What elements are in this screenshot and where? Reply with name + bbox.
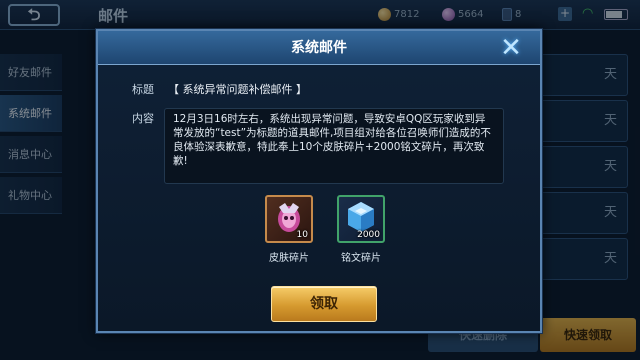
content-label: 内容 [132, 112, 154, 125]
dialog-title: 系统邮件 [291, 40, 347, 56]
reward-item-skin-fragment[interactable]: 10 [265, 195, 313, 243]
claim-button[interactable]: 领取 [271, 286, 377, 322]
mail-content: 12月3日16时左右，系统出现异常问题，导致安卓QQ区玩家收到异常发放的“tes… [164, 108, 504, 184]
item-count: 10 [296, 230, 308, 240]
subject-value: 【 系统异常问题补偿邮件 】 [168, 83, 307, 96]
item-count: 2000 [357, 230, 380, 240]
system-mail-dialog: 系统邮件 ✕ 标题 【 系统异常问题补偿邮件 】 内容 12月3日16时左右，系… [96, 29, 542, 333]
item-name: 铭文碎片 [341, 253, 381, 264]
close-icon[interactable]: ✕ [496, 35, 526, 61]
reward-item-rune-fragment[interactable]: 2000 [337, 195, 385, 243]
item-name: 皮肤碎片 [269, 253, 309, 264]
subject-label: 标题 [132, 83, 154, 96]
